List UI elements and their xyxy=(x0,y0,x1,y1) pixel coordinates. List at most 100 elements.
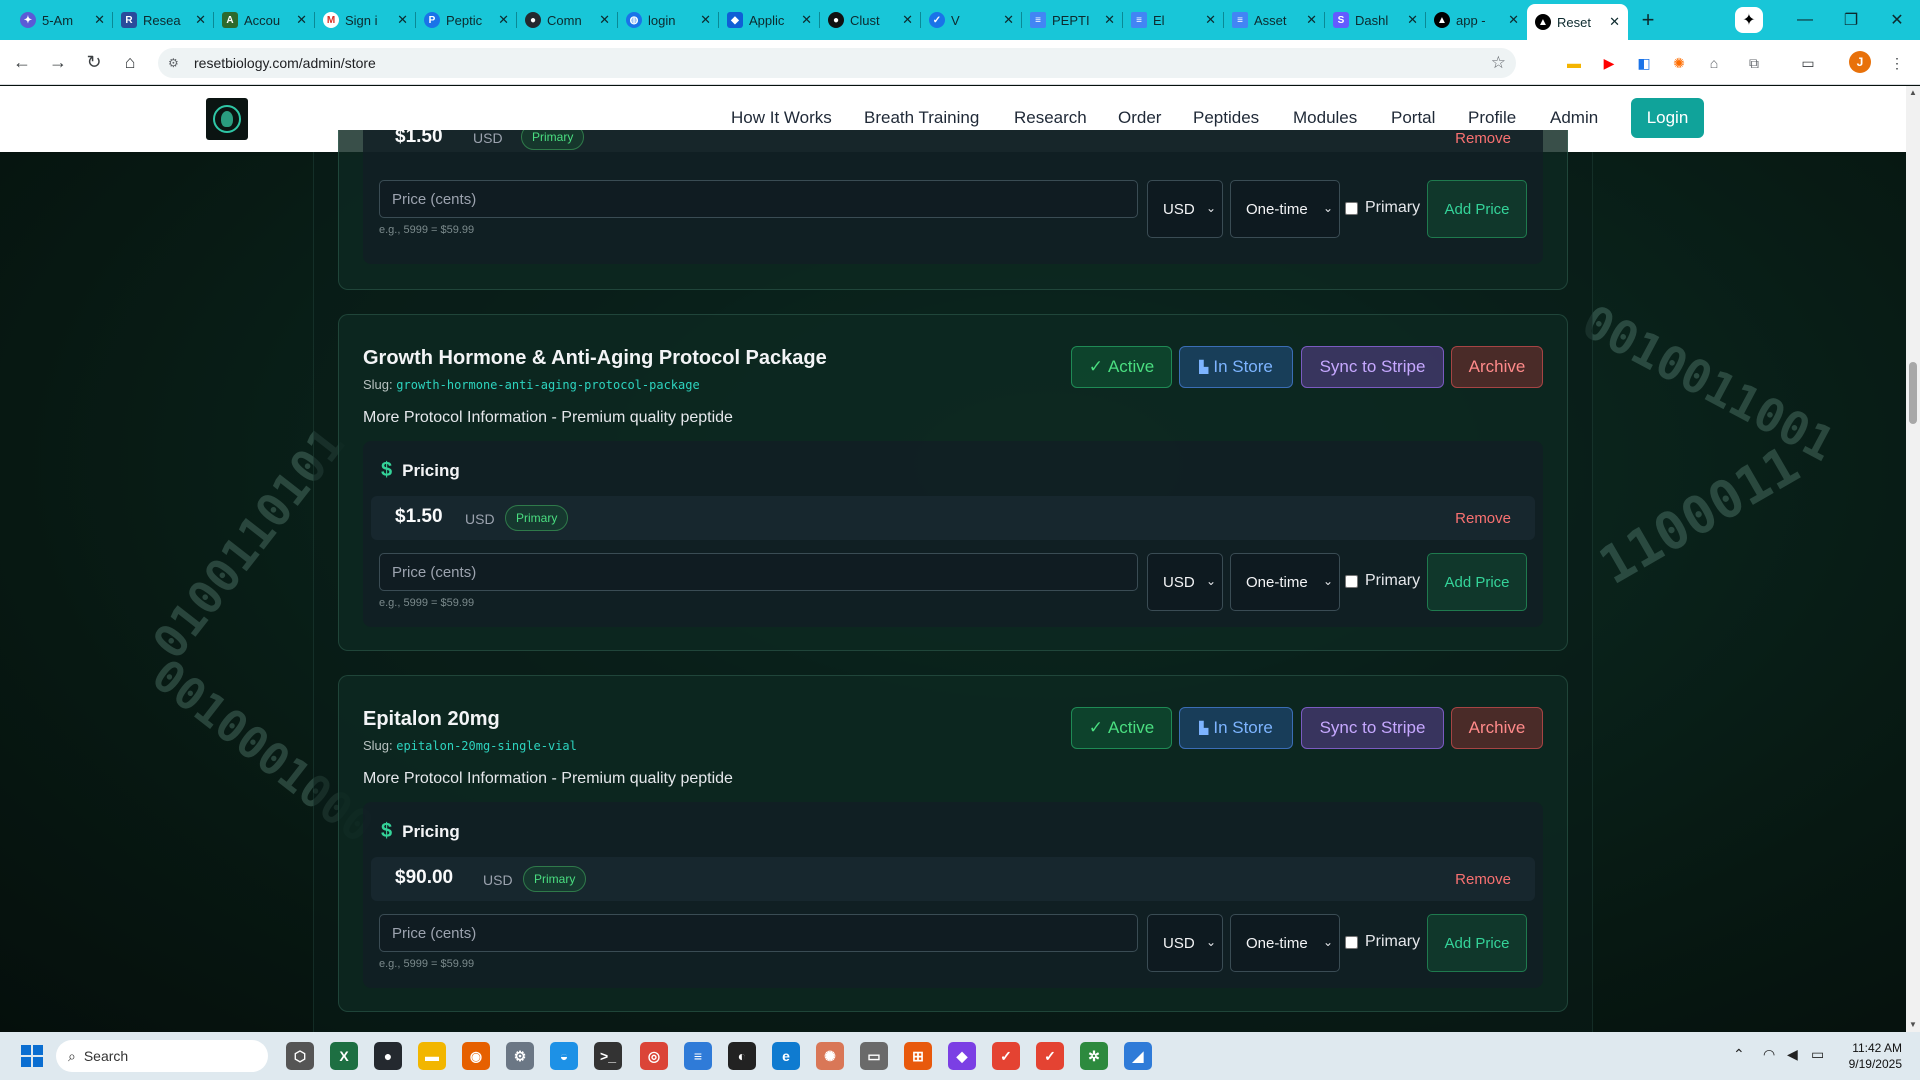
browser-tab[interactable]: S Dashl ✕ xyxy=(1325,4,1426,36)
close-icon[interactable]: ✕ xyxy=(195,12,206,28)
browser-tab-active[interactable]: ▲ Reset ✕ xyxy=(1527,4,1628,40)
extension-icon[interactable]: ✺ xyxy=(1666,50,1692,76)
cast-icon[interactable]: ▭ xyxy=(1795,50,1821,76)
file-explorer-icon[interactable]: ▬ xyxy=(418,1042,446,1070)
settings-icon[interactable]: ⚙ xyxy=(506,1042,534,1070)
extension-icon[interactable]: ▬ xyxy=(1561,50,1587,76)
scrollbar-thumb[interactable] xyxy=(1909,362,1917,424)
nav-order[interactable]: Order xyxy=(1118,108,1161,128)
reload-icon[interactable]: ↻ xyxy=(76,44,112,80)
wifi-icon[interactable]: ◠ xyxy=(1763,1046,1775,1063)
nav-how-it-works[interactable]: How It Works xyxy=(731,108,832,128)
window-close-icon[interactable]: ✕ xyxy=(1874,0,1920,40)
maximize-icon[interactable]: ❐ xyxy=(1828,0,1874,40)
firefox-icon[interactable]: ◉ xyxy=(462,1042,490,1070)
todoist-icon[interactable]: ✓ xyxy=(992,1042,1020,1070)
taskbar-clock[interactable]: 11:42 AM 9/19/2025 xyxy=(1830,1040,1902,1072)
close-icon[interactable]: ✕ xyxy=(498,12,509,28)
close-icon[interactable]: ✕ xyxy=(1205,12,1216,28)
primary-checkbox[interactable]: Primary xyxy=(1345,199,1420,217)
nav-portal[interactable]: Portal xyxy=(1391,108,1435,128)
chrome-icon[interactable]: ◎ xyxy=(640,1042,668,1070)
scroll-down-icon[interactable]: ▼ xyxy=(1908,1020,1918,1029)
github-icon[interactable]: ● xyxy=(374,1042,402,1070)
archive-button[interactable]: Archive xyxy=(1451,707,1543,749)
active-toggle-button[interactable]: ✓ Active xyxy=(1071,707,1172,749)
currency-select[interactable]: USD ⌄ xyxy=(1147,180,1223,238)
new-tab-button[interactable]: + xyxy=(1634,6,1662,34)
app-icon[interactable]: ◢ xyxy=(1124,1042,1152,1070)
excel-icon[interactable]: X xyxy=(330,1042,358,1070)
close-icon[interactable]: ✕ xyxy=(700,12,711,28)
close-icon[interactable]: ✕ xyxy=(397,12,408,28)
checkbox-box[interactable] xyxy=(1345,201,1358,215)
close-icon[interactable]: ✕ xyxy=(599,12,610,28)
nav-modules[interactable]: Modules xyxy=(1293,108,1357,128)
browser-tab[interactable]: ✦ 5-Am ✕ xyxy=(12,4,113,36)
claude-icon[interactable]: ✺ xyxy=(816,1042,844,1070)
nav-profile[interactable]: Profile xyxy=(1468,108,1516,128)
browser-menu-icon[interactable]: ⋮ xyxy=(1884,50,1910,76)
browser-tab[interactable]: ≡ Asset ✕ xyxy=(1224,4,1325,36)
scroll-up-icon[interactable]: ▲ xyxy=(1908,88,1918,97)
remove-price-link[interactable]: Remove xyxy=(1455,871,1511,888)
close-icon[interactable]: ✕ xyxy=(1003,12,1014,28)
forward-icon[interactable]: → xyxy=(40,44,76,80)
add-price-button[interactable]: Add Price xyxy=(1427,914,1527,972)
close-icon[interactable]: ✕ xyxy=(902,12,913,28)
price-cents-input[interactable]: Price (cents) xyxy=(379,914,1138,952)
sync-to-stripe-button[interactable]: Sync to Stripe xyxy=(1301,346,1444,388)
youtube-extension-icon[interactable]: ▶ xyxy=(1596,50,1622,76)
window-app-icon[interactable]: ▭ xyxy=(860,1042,888,1070)
sync-to-stripe-button[interactable]: Sync to Stripe xyxy=(1301,707,1444,749)
in-store-toggle-button[interactable]: ▙ In Store xyxy=(1179,707,1293,749)
close-icon[interactable]: ✕ xyxy=(1104,12,1115,28)
close-icon[interactable]: ✕ xyxy=(296,12,307,28)
windows-start-icon[interactable] xyxy=(18,1042,46,1070)
nav-breath-training[interactable]: Breath Training xyxy=(864,108,979,128)
active-toggle-button[interactable]: ✓ Active xyxy=(1071,346,1172,388)
currency-select[interactable]: USD ⌄ xyxy=(1147,914,1223,972)
browser-tab[interactable]: ≡ PEPTI ✕ xyxy=(1022,4,1123,36)
browser-tab[interactable]: A Accou ✕ xyxy=(214,4,315,36)
close-icon[interactable]: ✕ xyxy=(1306,12,1317,28)
edge-icon[interactable]: e xyxy=(772,1042,800,1070)
browser-tab[interactable]: ◍ login ✕ xyxy=(618,4,719,36)
browser-tab[interactable]: P Peptic ✕ xyxy=(416,4,517,36)
app-icon[interactable]: ⊞ xyxy=(904,1042,932,1070)
todoist-icon[interactable]: ✓ xyxy=(1036,1042,1064,1070)
back-icon[interactable]: ← xyxy=(4,44,40,80)
taskbar-search[interactable]: ⌕ Search xyxy=(56,1040,268,1072)
browser-tab[interactable]: ▲ app - ✕ xyxy=(1426,4,1527,36)
browser-tab[interactable]: M Sign i ✕ xyxy=(315,4,416,36)
price-cents-input[interactable]: Price (cents) xyxy=(379,180,1138,218)
gemini-icon[interactable]: ✦ xyxy=(1735,7,1763,33)
site-logo[interactable] xyxy=(206,98,248,140)
add-price-button[interactable]: Add Price xyxy=(1427,180,1527,238)
notepad-icon[interactable]: ≡ xyxy=(684,1042,712,1070)
docker-icon[interactable]: ◒ xyxy=(550,1042,578,1070)
login-button[interactable]: Login xyxy=(1631,98,1704,138)
checkbox-box[interactable] xyxy=(1345,935,1358,949)
archive-button[interactable]: Archive xyxy=(1451,346,1543,388)
browser-tab[interactable]: ✓ V ✕ xyxy=(921,4,1022,36)
browser-tab[interactable]: ≡ El ✕ xyxy=(1123,4,1224,36)
site-info-icon[interactable]: ⚙ xyxy=(168,56,186,70)
address-bar[interactable]: ⚙ resetbiology.com/admin/store ☆ xyxy=(158,48,1516,78)
browser-tab[interactable]: R Resea ✕ xyxy=(113,4,214,36)
price-cents-input[interactable]: Price (cents) xyxy=(379,553,1138,591)
interval-select[interactable]: One-time ⌄ xyxy=(1230,180,1340,238)
nav-research[interactable]: Research xyxy=(1014,108,1087,128)
puzzle-extensions-icon[interactable]: ⧉ xyxy=(1741,50,1767,76)
bookmark-star-icon[interactable]: ☆ xyxy=(1491,53,1506,73)
interval-select[interactable]: One-time ⌄ xyxy=(1230,914,1340,972)
linux-icon[interactable]: ◐ xyxy=(728,1042,756,1070)
app-icon[interactable]: ◆ xyxy=(948,1042,976,1070)
interval-select[interactable]: One-time ⌄ xyxy=(1230,553,1340,611)
in-store-toggle-button[interactable]: ▙ In Store xyxy=(1179,346,1293,388)
app-icon[interactable]: ✲ xyxy=(1080,1042,1108,1070)
extension-icon[interactable]: ◧ xyxy=(1631,50,1657,76)
profile-avatar[interactable]: J xyxy=(1849,51,1871,73)
nav-admin[interactable]: Admin xyxy=(1550,108,1598,128)
terminal-icon[interactable]: >_ xyxy=(594,1042,622,1070)
